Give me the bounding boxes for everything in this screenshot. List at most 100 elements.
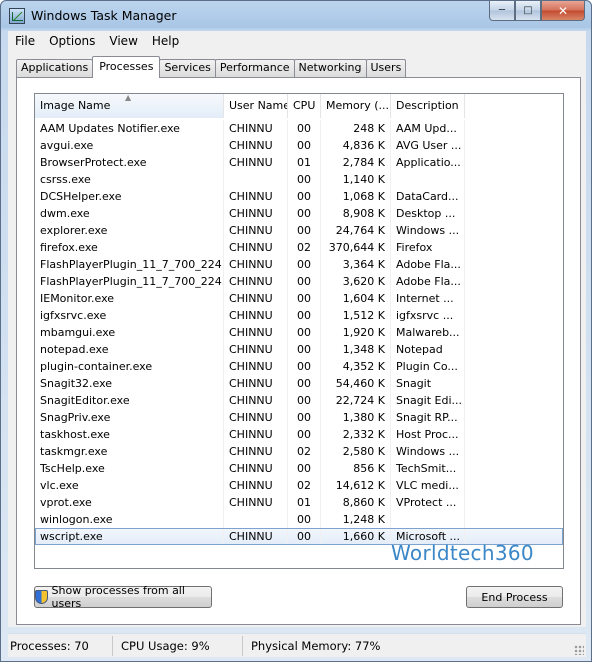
cell-filler: [465, 188, 563, 205]
cell-memory: 3,620 K: [321, 273, 391, 290]
menu-view[interactable]: View: [102, 31, 144, 51]
cell-cpu: 00: [288, 358, 321, 375]
cell-user-name: CHINNU: [224, 494, 288, 511]
cell-description: Windows ...: [391, 443, 465, 460]
cell-cpu: 00: [288, 460, 321, 477]
table-row[interactable]: Snagit32.exe CHINNU 00 54,460 K Snagit: [35, 375, 563, 392]
cell-memory: 54,460 K: [321, 375, 391, 392]
cell-cpu: 01: [288, 154, 321, 171]
table-row[interactable]: IEMonitor.exe CHINNU 00 1,604 K Internet ...: [35, 290, 563, 307]
cell-cpu: 00: [288, 120, 321, 137]
menu-file[interactable]: File: [8, 31, 42, 51]
cell-memory: 1,140 K: [321, 171, 391, 188]
cell-filler: [465, 477, 563, 494]
tab-users[interactable]: Users: [365, 59, 407, 78]
cell-description: [391, 171, 465, 188]
table-row[interactable]: SnagPriv.exe CHINNU 00 1,380 K Snagit RP...: [35, 409, 563, 426]
cell-user-name: CHINNU: [224, 290, 288, 307]
table-row[interactable]: winlogon.exe 00 1,248 K: [35, 511, 563, 528]
window-title: Windows Task Manager: [31, 8, 177, 23]
cell-user-name: CHINNU: [224, 426, 288, 443]
column-header-user-name[interactable]: User Name: [224, 94, 288, 118]
show-all-processes-label: Show processes from all users: [51, 584, 185, 610]
close-icon: ✕: [557, 3, 569, 18]
table-row[interactable]: FlashPlayerPlugin_11_7_700_224.... CHINNU…: [35, 256, 563, 273]
column-header-memory[interactable]: Memory (...: [321, 94, 391, 118]
cell-memory: 2,580 K: [321, 443, 391, 460]
close-button[interactable]: ✕: [541, 1, 585, 21]
cell-cpu: 02: [288, 239, 321, 256]
cell-user-name: CHINNU: [224, 460, 288, 477]
column-header-label: User Name: [229, 99, 288, 112]
table-row[interactable]: FlashPlayerPlugin_11_7_700_224.... CHINNU…: [35, 273, 563, 290]
table-row[interactable]: DCSHelper.exe CHINNU 00 1,068 K DataCard...: [35, 188, 563, 205]
table-row[interactable]: taskhost.exe CHINNU 00 2,332 K Host Proc...: [35, 426, 563, 443]
cell-filler: [465, 392, 563, 409]
cell-user-name: CHINNU: [224, 239, 288, 256]
table-row[interactable]: BrowserProtect.exe CHINNU 01 2,784 K Applica…: [35, 154, 563, 171]
cell-image-name: firefox.exe: [35, 239, 224, 256]
table-row[interactable]: vlc.exe CHINNU 02 14,612 K VLC medi...: [35, 477, 563, 494]
cell-memory: 1,604 K: [321, 290, 391, 307]
table-row[interactable]: notepad.exe CHINNU 00 1,348 K Notepad: [35, 341, 563, 358]
cell-filler: [465, 460, 563, 477]
table-row[interactable]: AAM Updates Notifier.exe CHINNU 00 248 K AAM…: [35, 120, 563, 137]
column-header-cpu[interactable]: CPU: [288, 94, 321, 118]
cell-cpu: 00: [288, 307, 321, 324]
table-row[interactable]: plugin-container.exe CHINNU 00 4,352 K Plugi…: [35, 358, 563, 375]
table-row[interactable]: taskmgr.exe CHINNU 02 2,580 K Windows ...: [35, 443, 563, 460]
column-header-description[interactable]: Description: [391, 94, 465, 118]
title-bar[interactable]: Windows Task Manager ─ □ ✕: [1, 1, 591, 31]
cell-memory: 2,784 K: [321, 154, 391, 171]
column-header-image-name[interactable]: ▲ Image Name: [35, 94, 224, 118]
cell-memory: 14,612 K: [321, 477, 391, 494]
cell-user-name: CHINNU: [224, 273, 288, 290]
tab-performance[interactable]: Performance: [214, 59, 295, 78]
table-row[interactable]: avgui.exe CHINNU 00 4,836 K AVG User ...: [35, 137, 563, 154]
show-all-processes-button[interactable]: Show processes from all users: [34, 584, 212, 610]
cell-user-name: CHINNU: [224, 341, 288, 358]
cell-description: Windows ...: [391, 222, 465, 239]
tab-networking[interactable]: Networking: [293, 59, 367, 78]
table-row[interactable]: TscHelp.exe CHINNU 00 856 K TechSmit...: [35, 460, 563, 477]
table-row[interactable]: dwm.exe CHINNU 00 8,908 K Desktop ...: [35, 205, 563, 222]
cell-cpu: 00: [288, 222, 321, 239]
table-row[interactable]: csrss.exe 00 1,140 K: [35, 171, 563, 188]
table-row[interactable]: vprot.exe CHINNU 01 8,860 K VProtect ...: [35, 494, 563, 511]
cell-filler: [465, 426, 563, 443]
cell-user-name: CHINNU: [224, 256, 288, 273]
table-row[interactable]: mbamgui.exe CHINNU 00 1,920 K Malwareb...: [35, 324, 563, 341]
resize-grip-icon[interactable]: [574, 645, 584, 655]
cell-memory: 1,068 K: [321, 188, 391, 205]
cell-description: Internet ...: [391, 290, 465, 307]
cell-user-name: CHINNU: [224, 120, 288, 137]
tab-processes[interactable]: Processes: [92, 56, 161, 78]
cell-description: Firefox: [391, 239, 465, 256]
cell-image-name: explorer.exe: [35, 222, 224, 239]
cell-filler: [465, 222, 563, 239]
table-row[interactable]: igfxsrvc.exe CHINNU 00 1,512 Kigfxsrvc ...: [35, 307, 563, 324]
tab-services[interactable]: Services: [159, 59, 216, 78]
column-header-label: Description: [396, 99, 459, 112]
process-list[interactable]: ▲ Image Name User Name CPU Memory (... D…: [34, 93, 564, 569]
cell-image-name: taskmgr.exe: [35, 443, 224, 460]
cell-cpu: 00: [288, 528, 321, 545]
maximize-button[interactable]: □: [515, 1, 541, 21]
cell-user-name: CHINNU: [224, 477, 288, 494]
end-process-button[interactable]: End Process: [466, 586, 563, 608]
table-row[interactable]: SnagitEditor.exe CHINNU 00 22,724 K Snagit E…: [35, 392, 563, 409]
menu-help[interactable]: Help: [145, 31, 186, 51]
cell-memory: 4,352 K: [321, 358, 391, 375]
process-rows: AAM Updates Notifier.exe CHINNU 00 248 K AAM…: [35, 120, 563, 545]
table-row[interactable]: firefox.exe CHINNU 02 370,644 K Firefox: [35, 239, 563, 256]
cell-memory: 24,764 K: [321, 222, 391, 239]
cell-description: Desktop ...: [391, 205, 465, 222]
cell-memory: 370,644 K: [321, 239, 391, 256]
minimize-button[interactable]: ─: [489, 1, 515, 21]
menu-options[interactable]: Options: [42, 31, 102, 51]
tab-applications[interactable]: Applications: [16, 59, 94, 78]
task-manager-window: Windows Task Manager ─ □ ✕ File Options …: [0, 0, 592, 662]
table-row[interactable]: explorer.exe CHINNU 00 24,764 K Windows ...: [35, 222, 563, 239]
cell-image-name: BrowserProtect.exe: [35, 154, 224, 171]
cell-filler: [465, 290, 563, 307]
